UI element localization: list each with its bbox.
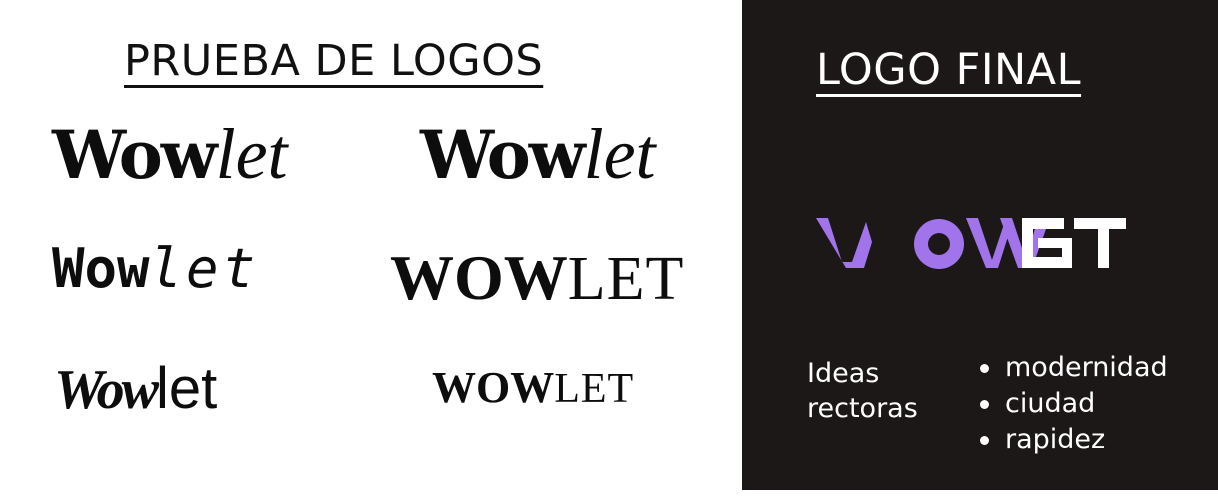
logo-variant-4-part1: WOW — [390, 242, 568, 313]
list-item: ciudad — [980, 386, 1168, 422]
logo-variant-2-part1: Wow — [420, 116, 586, 194]
logo-variant-1: Wowlet — [52, 118, 288, 190]
logo-variant-3: Wowlet — [52, 242, 259, 296]
logo-variant-6-part1: WOW — [432, 363, 555, 412]
list-item: rapidez — [980, 422, 1168, 458]
logo-variant-5-part1: Wow — [54, 359, 159, 421]
logo-variant-1-part2: let — [215, 114, 288, 194]
list-item: modernidad — [980, 350, 1168, 386]
ideas-label-line2: rectoras — [807, 393, 918, 424]
logo-variant-1-part1: Wow — [52, 116, 218, 194]
final-logo — [816, 218, 1126, 269]
ideas-label-line1: Ideas — [807, 358, 880, 389]
logo-variant-5: Wowlet — [54, 359, 217, 421]
ideas-label: Ideas rectoras — [807, 356, 918, 426]
logo-variant-3-part1: Wow — [52, 237, 150, 300]
logo-variant-3-part2: let — [149, 237, 260, 300]
logo-variant-2-part2: let — [583, 114, 656, 194]
ideas-list: modernidad ciudad rapidez — [980, 350, 1168, 458]
logo-variant-5-part2: let — [156, 356, 218, 421]
final-logo-wow — [816, 218, 1050, 269]
logo-variant-4: WOWLET — [390, 245, 685, 313]
logo-variant-6-part2: LET — [554, 366, 635, 412]
logo-variant-4-part2: LET — [567, 245, 685, 313]
logo-variant-2: Wowlet — [420, 118, 656, 190]
logo-variant-6: WOWLET — [432, 363, 635, 412]
final-logo-heading: LOGO FINAL — [816, 45, 1082, 95]
logo-tests-heading: PRUEBA DE LOGOS — [124, 36, 544, 86]
